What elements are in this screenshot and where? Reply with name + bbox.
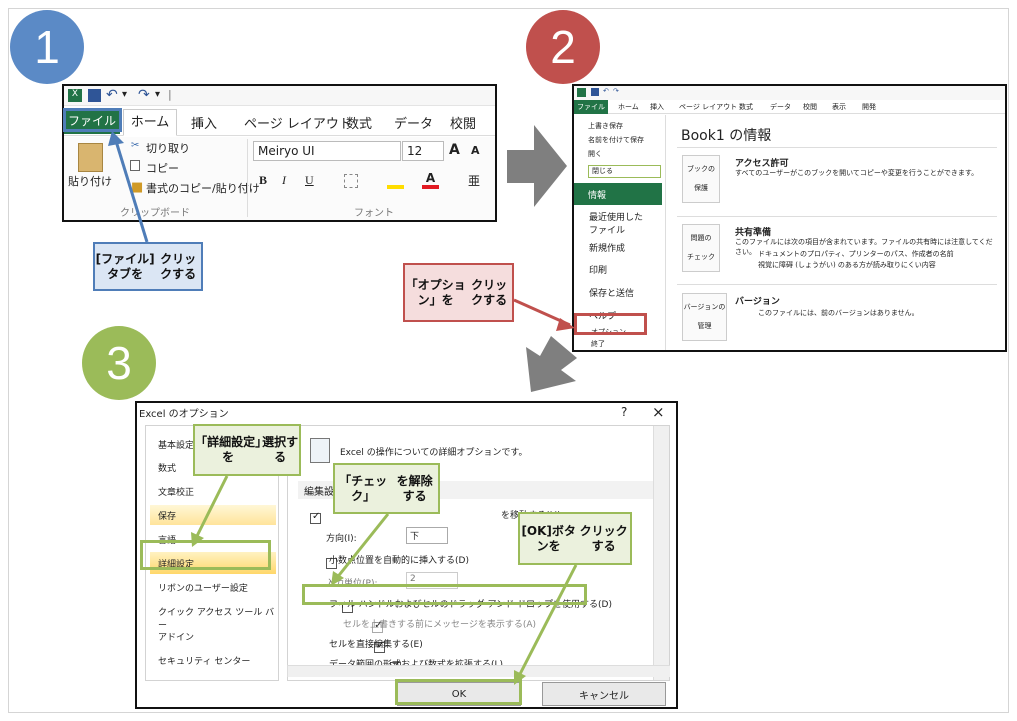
step-2-to-3-arrow (526, 336, 577, 392)
step-1-pointer-head (108, 131, 124, 146)
instruction-arrows (108, 125, 578, 685)
step-3-advanced-pointer-arrow (194, 475, 229, 539)
step-3-ok-pointer-arrow (517, 564, 578, 677)
step-1-to-2-arrow (507, 125, 567, 207)
step-3-uncheck-pointer-arrow (334, 513, 390, 580)
step-1-pointer-arrow (114, 140, 149, 243)
